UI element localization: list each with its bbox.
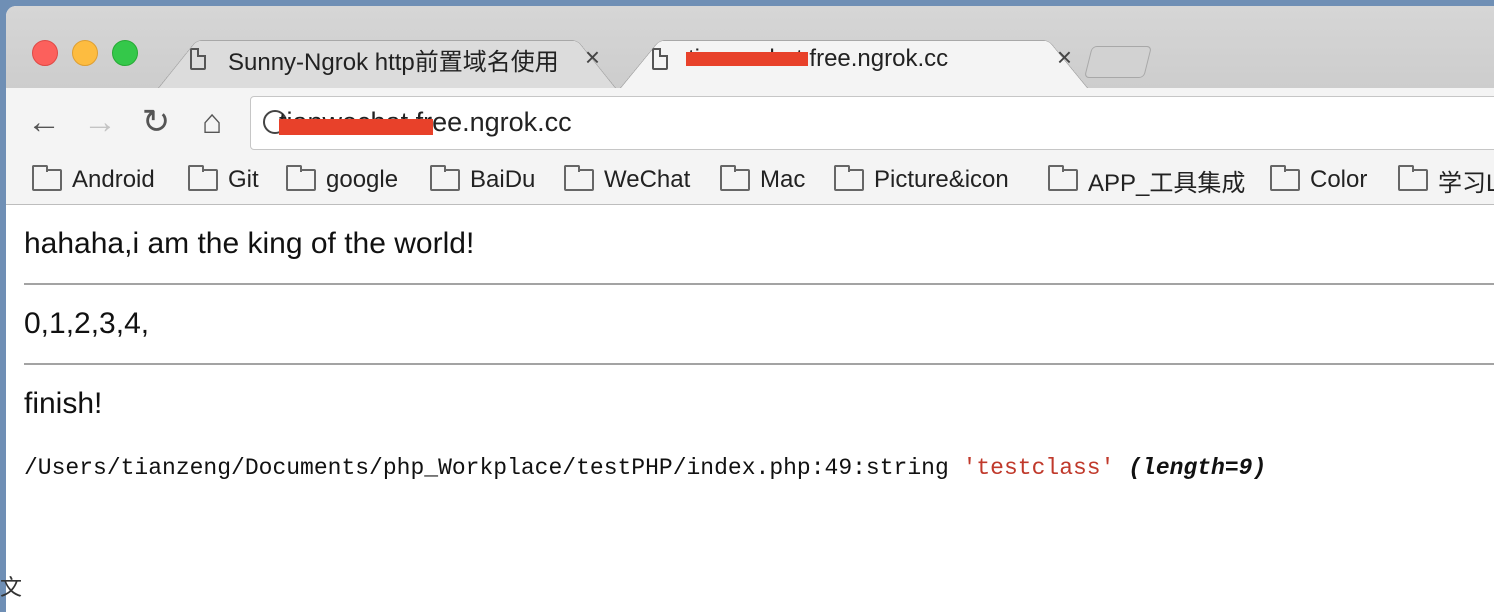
bookmark-label: Mac (760, 166, 806, 193)
debug-string-value: 'testclass' (962, 455, 1115, 481)
folder-icon (188, 165, 218, 191)
folder-icon (1270, 165, 1300, 191)
folder-icon (430, 165, 460, 191)
folder-icon (720, 165, 750, 191)
bookmark-picture-icon[interactable]: Picture&icon (834, 162, 1009, 198)
bookmark-android[interactable]: Android (32, 162, 155, 198)
tab-title: Sunny-Ngrok http前置域名使用 (228, 48, 559, 76)
bookmark-label: google (326, 166, 399, 193)
forward-arrow-icon[interactable]: → (80, 102, 120, 142)
output-line-greeting: hahaha,i am the king of the world! (24, 227, 475, 260)
close-window-button[interactable] (32, 40, 58, 66)
bookmarks-bar: Android Git google BaiDu WeChat Mac Pict… (6, 158, 1494, 205)
bookmark-git[interactable]: Git (188, 162, 259, 198)
debug-path: /Users/tianzeng/Documents/php_Workplace/… (24, 455, 949, 481)
output-line-numbers: 0,1,2,3,4, (24, 307, 150, 340)
tab-close-icon[interactable]: × (1057, 44, 1072, 70)
redaction-mark (279, 119, 433, 135)
divider (24, 363, 1494, 365)
folder-icon (834, 165, 864, 191)
bookmark-label: Color (1310, 166, 1368, 193)
tab-strip: Sunny-Ngrok http前置域名使用 × tianwechat.free… (6, 6, 1494, 88)
bookmark-label: Git (228, 166, 259, 193)
bookmark-label: WeChat (604, 166, 691, 193)
debug-length: (length=9) (1128, 455, 1267, 481)
document-icon (652, 48, 668, 70)
folder-icon (1048, 165, 1078, 191)
bookmark-mac[interactable]: Mac (720, 162, 805, 198)
folder-icon (32, 165, 62, 191)
bookmark-baidu[interactable]: BaiDu (430, 162, 535, 198)
tab-sunny-ngrok[interactable]: Sunny-Ngrok http前置域名使用 × (158, 30, 616, 88)
folder-icon (286, 165, 316, 191)
reload-icon[interactable]: ↻ (136, 102, 176, 142)
back-arrow-icon[interactable]: ← (24, 102, 64, 142)
var-dump-output: /Users/tianzeng/Documents/php_Workplace/… (24, 455, 1266, 481)
new-tab-button[interactable] (1084, 46, 1152, 78)
bookmark-app-tools[interactable]: APP_工具集成 (1048, 162, 1245, 198)
browser-toolbar: ← → ↻ ⌂ tianwechat.free.ngrok.cc (6, 88, 1494, 158)
bookmark-label: APP_工具集成 (1088, 169, 1246, 197)
page-content: hahaha,i am the king of the world! 0,1,2… (6, 205, 1494, 612)
bookmark-label: Picture&icon (874, 166, 1009, 193)
output-line-finish: finish! (24, 387, 103, 420)
redaction-mark (686, 52, 808, 66)
tab-close-icon[interactable]: × (585, 44, 600, 70)
bookmark-wechat[interactable]: WeChat (564, 162, 690, 198)
browser-window: Sunny-Ngrok http前置域名使用 × tianwechat.free… (6, 6, 1494, 612)
edge-glyph: 文 (0, 575, 23, 600)
folder-icon (564, 165, 594, 191)
document-icon (190, 48, 206, 70)
bookmark-label: 学习L (1438, 169, 1494, 197)
bookmark-google[interactable]: google (286, 162, 398, 198)
home-icon[interactable]: ⌂ (192, 102, 232, 142)
divider (24, 283, 1494, 285)
bookmark-label: Android (72, 166, 155, 193)
tab-active-ngrok[interactable]: tianwechat.free.ngrok.cc × (620, 30, 1088, 88)
address-bar[interactable]: tianwechat.free.ngrok.cc (250, 96, 1494, 150)
zoom-window-button[interactable] (112, 40, 138, 66)
folder-icon (1398, 165, 1428, 191)
bookmark-study[interactable]: 学习L (1398, 162, 1494, 198)
bookmark-color[interactable]: Color (1270, 162, 1367, 198)
bookmark-label: BaiDu (470, 166, 536, 193)
minimize-window-button[interactable] (72, 40, 98, 66)
